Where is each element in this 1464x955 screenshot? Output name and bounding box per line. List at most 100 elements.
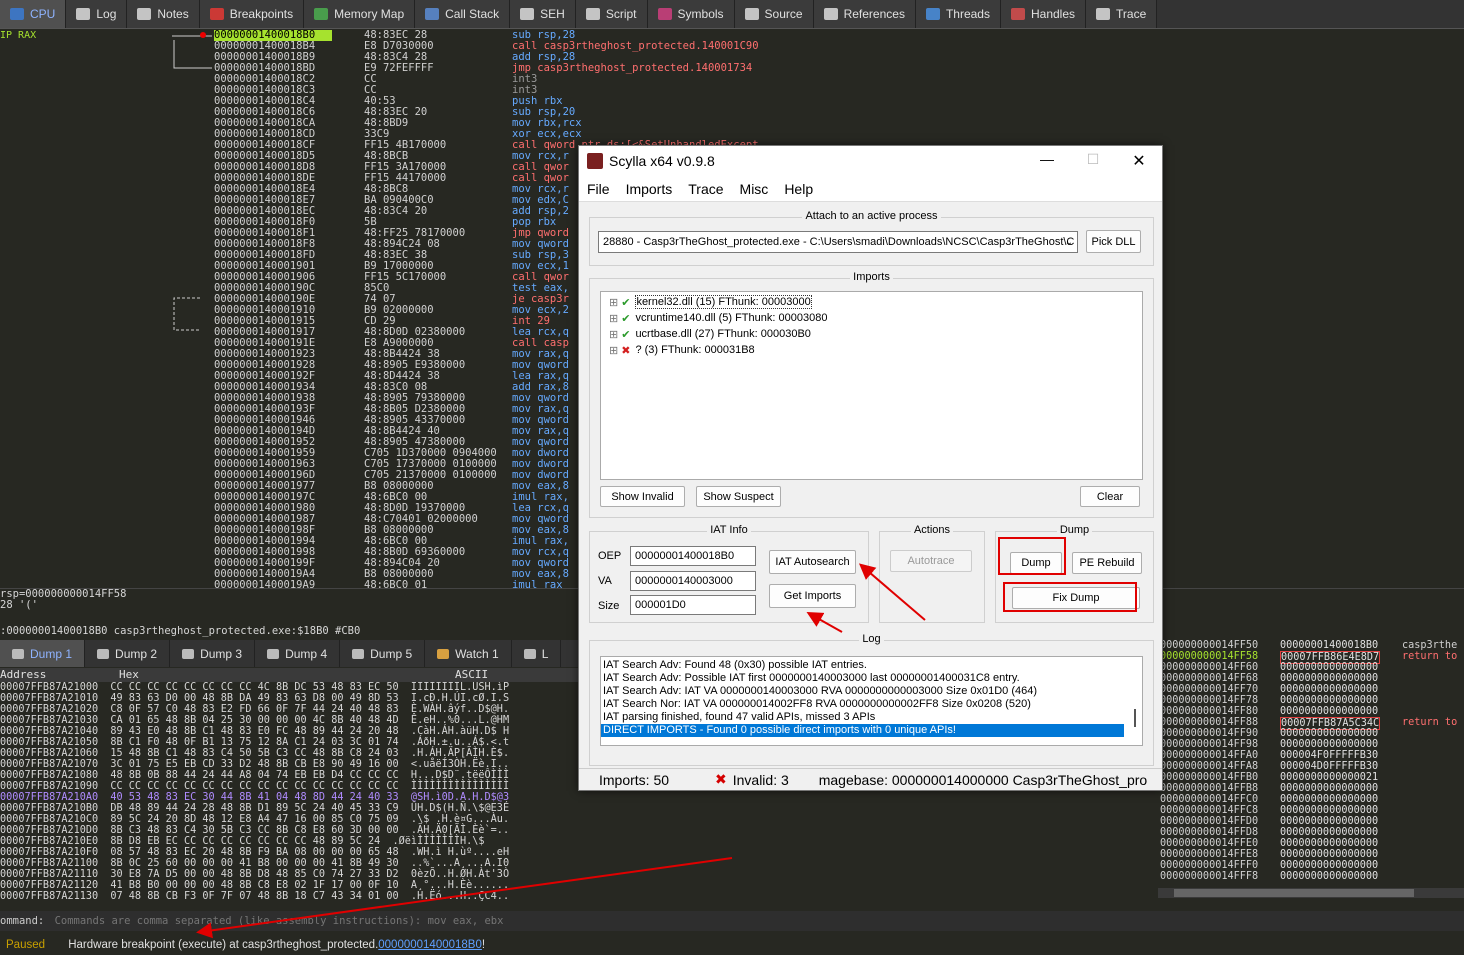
menu-file[interactable]: File <box>579 181 618 197</box>
tab-source[interactable]: Source <box>734 0 814 28</box>
dump-row[interactable]: 00007FFB87A21110 30 E8 7A D5 00 00 48 8B… <box>0 869 580 880</box>
dump-row[interactable]: 00007FFB87A21010 49 83 63 D0 00 48 8B DA… <box>0 693 580 704</box>
stack-row[interactable]: 000000000014FF78 0000000000000000 <box>1158 695 1464 706</box>
dump-row[interactable]: 00007FFB87A21070 3C 01 75 E5 EB CD 33 D2… <box>0 759 580 770</box>
disasm-instruction[interactable]: jmp casp3rtheghost_protected.140001734 <box>512 63 752 74</box>
stack-row[interactable]: 000000000014FFE8 0000000000000000 <box>1158 849 1464 860</box>
dump-row[interactable]: 00007FFB87A210C0 89 5C 24 20 8D 48 12 E8… <box>0 814 580 825</box>
expand-icon[interactable]: ⊞ <box>609 296 618 309</box>
stack-row[interactable]: 000000000014FFB8 0000000000000000 <box>1158 783 1464 794</box>
close-icon[interactable]: ✕ <box>1116 151 1162 171</box>
dump-row[interactable]: 00007FFB87A210A0 40 53 48 83 EC 30 44 8B… <box>0 792 580 803</box>
dump-row[interactable]: 00007FFB87A21090 CC CC CC CC CC CC CC CC… <box>0 781 580 792</box>
ascii-column-header[interactable]: ASCII <box>455 668 488 681</box>
log-list[interactable]: IAT Search Adv: Found 48 (0x30) possible… <box>600 656 1143 746</box>
dump-row[interactable]: 00007FFB87A21080 48 8B 0B 88 44 24 44 A8… <box>0 770 580 781</box>
tab-notes[interactable]: Notes <box>127 0 200 28</box>
dump-row[interactable]: 00007FFB87A21100 8B 0C 25 60 00 00 00 41… <box>0 858 580 869</box>
stack-row[interactable]: 000000000014FFC8 0000000000000000 <box>1158 805 1464 816</box>
dump-row[interactable]: 00007FFB87A21040 89 43 E0 48 8B C1 48 83… <box>0 726 580 737</box>
log-line[interactable]: DIRECT IMPORTS - Found 0 possible direct… <box>601 724 1124 737</box>
minimize-icon[interactable]: — <box>1024 151 1070 171</box>
menu-misc[interactable]: Misc <box>732 181 777 197</box>
tab-seh[interactable]: SEH <box>510 0 576 28</box>
stack-row[interactable]: 000000000014FFF8 0000000000000000 <box>1158 871 1464 882</box>
stack-row[interactable]: 000000000014FF90 0000000000000000 <box>1158 728 1464 739</box>
dump-tab-1[interactable]: Dump 1 <box>0 640 86 667</box>
expand-icon[interactable]: ⊞ <box>609 312 618 325</box>
import-tree-item[interactable]: ⊞ ✔ ucrtbase.dll (27) FThunk: 000030B0 <box>601 326 1142 342</box>
stack-row[interactable]: 000000000014FF68 0000000000000000 <box>1158 673 1464 684</box>
dump-row[interactable]: 00007FFB87A210E0 8B D8 EB EC CC CC CC CC… <box>0 836 580 847</box>
import-tree-item[interactable]: ⊞ ✔ kernel32.dll (15) FThunk: 00003000 <box>601 294 1142 310</box>
dump-row[interactable]: 00007FFB87A21130 07 48 8B CB F3 0F 7F 07… <box>0 891 580 902</box>
imports-tree[interactable]: ⊞ ✔ kernel32.dll (15) FThunk: 00003000 ⊞ ✔ vc… <box>600 291 1143 480</box>
show-suspect-button[interactable]: Show Suspect <box>696 486 781 507</box>
address-column-header[interactable]: Address <box>0 668 46 681</box>
status-address-link[interactable]: 00000001400018B0 <box>378 939 482 951</box>
stack-row[interactable]: 000000000014FF50 00000001400018B0 casp3rth… <box>1158 640 1464 651</box>
import-tree-item[interactable]: ⊞ ✖ ? (3) FThunk: 000031B8 <box>601 342 1142 358</box>
dump-row[interactable]: 00007FFB87A210D0 8B C3 48 83 C4 30 5B C3… <box>0 825 580 836</box>
stack-row[interactable]: 000000000014FFA8 000004D0FFFFFB30 <box>1158 761 1464 772</box>
tab-cpu[interactable]: CPU <box>0 0 67 28</box>
expand-icon[interactable]: ⊞ <box>609 328 618 341</box>
command-input[interactable] <box>54 915 655 927</box>
import-tree-item[interactable]: ⊞ ✔ vcruntime140.dll (5) FThunk: 00003080 <box>601 310 1142 326</box>
autotrace-button[interactable]: Autotrace <box>890 550 972 572</box>
dump-row[interactable]: 00007FFB87A210B0 DB 48 89 44 24 28 48 8B… <box>0 803 580 814</box>
dump-row[interactable]: 00007FFB87A21020 C8 0F 57 C0 48 83 E2 FD… <box>0 704 580 715</box>
stack-row[interactable]: 000000000014FFE0 0000000000000000 <box>1158 838 1464 849</box>
breakpoint-dot-icon[interactable] <box>200 32 206 38</box>
stack-row[interactable]: 000000000014FF98 0000000000000000 <box>1158 739 1464 750</box>
log-line[interactable]: IAT Search Adv: Found 48 (0x30) possible… <box>601 659 1124 672</box>
log-scrollbar[interactable] <box>1134 709 1136 727</box>
stack-row[interactable]: 000000000014FFD8 0000000000000000 <box>1158 827 1464 838</box>
tab-breakpoints[interactable]: Breakpoints <box>199 0 305 28</box>
dump-tab-3[interactable]: Dump 3 <box>170 640 256 667</box>
clear-button[interactable]: Clear <box>1080 486 1140 507</box>
log-line[interactable]: IAT Search Nor: IAT VA 000000014002FF8 R… <box>601 698 1124 711</box>
dump-tab-5[interactable]: Dump 5 <box>340 640 426 667</box>
maximize-icon[interactable]: ☐ <box>1070 151 1116 171</box>
dump-tab-6[interactable]: Watch 1 <box>425 640 512 667</box>
tab-references[interactable]: References <box>813 0 916 28</box>
dump-tab-4[interactable]: Dump 4 <box>255 640 341 667</box>
stack-row[interactable]: 000000000014FFD0 0000000000000000 <box>1158 816 1464 827</box>
stack-row[interactable]: 000000000014FF58 00007FFB86E4E8D7 return t… <box>1158 651 1464 664</box>
oep-field[interactable]: 00000001400018B0 <box>630 546 756 566</box>
dump-tab-7[interactable]: L <box>512 640 562 667</box>
show-invalid-button[interactable]: Show Invalid <box>600 486 685 507</box>
dump-row[interactable]: 00007FFB87A21120 41 B8 B0 00 00 00 48 8B… <box>0 880 580 891</box>
dump-row[interactable]: 00007FFB87A21060 15 48 8B C1 48 83 C4 50… <box>0 748 580 759</box>
scylla-titlebar[interactable]: Scylla x64 v0.9.8 — ☐ ✕ <box>579 146 1162 176</box>
dump-row[interactable]: 00007FFB87A210F0 08 57 48 83 EC 20 48 8B… <box>0 847 580 858</box>
stack-row[interactable]: 000000000014FF70 0000000000000000 <box>1158 684 1464 695</box>
pe-rebuild-button[interactable]: PE Rebuild <box>1072 552 1142 574</box>
size-field[interactable]: 000001D0 <box>630 595 756 615</box>
tab-script[interactable]: Script <box>575 0 648 28</box>
pick-dll-button[interactable]: Pick DLL <box>1086 230 1141 253</box>
stack-row[interactable]: 000000000014FF88 00007FFB87A5C34C return t… <box>1158 717 1464 730</box>
menu-trace[interactable]: Trace <box>680 181 731 197</box>
tab-trace[interactable]: Trace <box>1086 0 1158 28</box>
expand-icon[interactable]: ⊞ <box>609 344 618 357</box>
tab-symbols[interactable]: Symbols <box>647 0 735 28</box>
menu-imports[interactable]: Imports <box>618 181 681 197</box>
va-field[interactable]: 0000000140003000 <box>630 571 756 591</box>
stack-pane[interactable]: 000000000014FF50 00000001400018B0 casp3rth… <box>1158 640 1464 904</box>
tab-memory-map[interactable]: Memory Map <box>304 0 416 28</box>
stack-scrollbar[interactable] <box>1158 888 1464 898</box>
menu-help[interactable]: Help <box>776 181 821 197</box>
stack-row[interactable]: 000000000014FF80 0000000000000000 <box>1158 706 1464 717</box>
dump-tab-2[interactable]: Dump 2 <box>85 640 171 667</box>
tab-threads[interactable]: Threads <box>915 0 1001 28</box>
dump-row[interactable]: 00007FFB87A21030 CA 01 65 48 8B 04 25 30… <box>0 715 580 726</box>
tab-log[interactable]: Log <box>66 0 128 28</box>
process-select[interactable]: 28880 - Casp3rTheGhost_protected.exe - C… <box>598 231 1078 253</box>
hex-column-header[interactable]: Hex <box>119 668 139 681</box>
tab-call-stack[interactable]: Call Stack <box>415 0 511 28</box>
stack-row[interactable]: 000000000014FFF0 0000000000000000 <box>1158 860 1464 871</box>
log-line[interactable]: IAT Search Adv: Possible IAT first 00000… <box>601 672 1124 685</box>
hex-dump-pane[interactable]: Address Hex ASCII 00007FFB87A21000 CC CC… <box>0 668 580 904</box>
